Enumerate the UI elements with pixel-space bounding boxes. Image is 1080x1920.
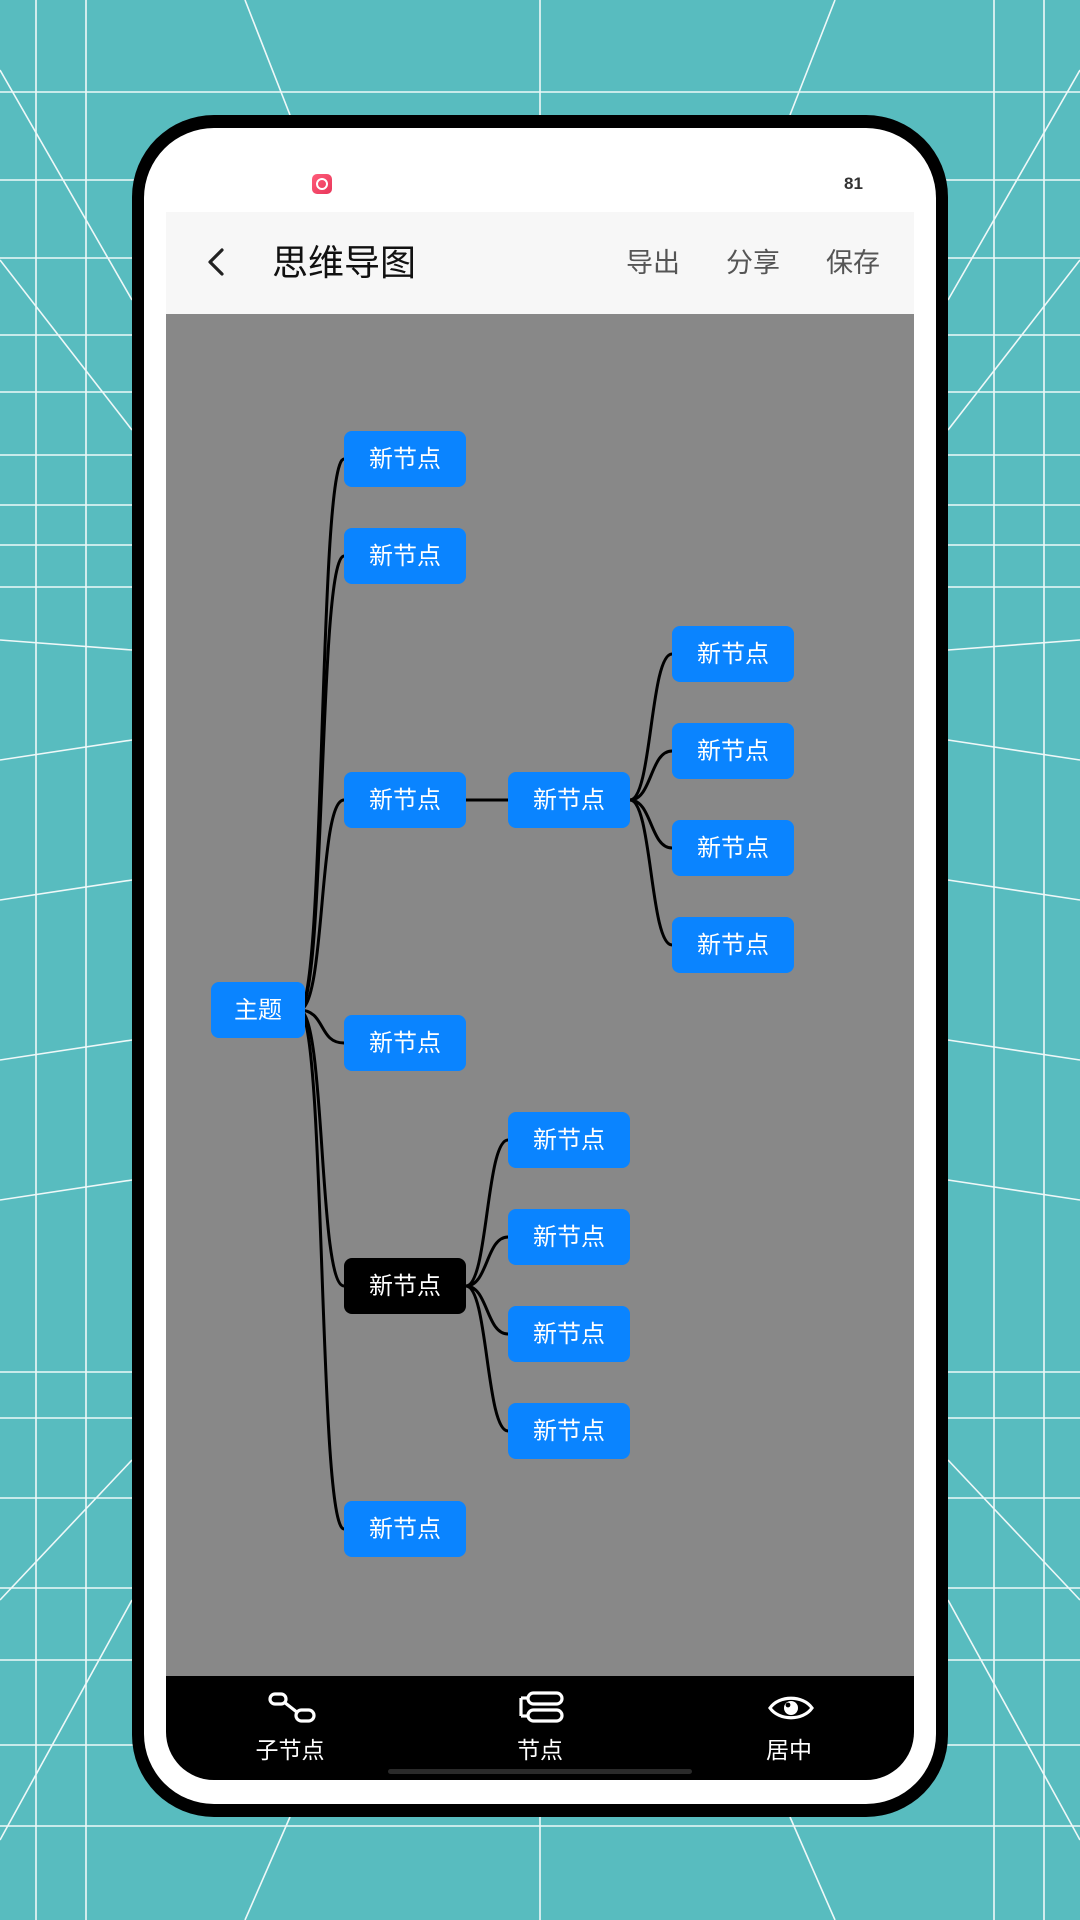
mind-map-node[interactable]: 新节点 bbox=[508, 1403, 630, 1459]
app-header: 思维导图 导出 分享 保存 bbox=[166, 212, 914, 314]
tab-label: 子节点 bbox=[255, 1738, 325, 1764]
status-bar: 81 bbox=[144, 128, 936, 212]
mind-map-node[interactable]: 新节点 bbox=[344, 1501, 466, 1557]
phone-screen: 81 思维导图 导出 分享 保存 主题 新节点 新节点 新节点 新节点 新节点 … bbox=[144, 128, 936, 1804]
eye-icon bbox=[768, 1696, 814, 1720]
root-node[interactable]: 主题 bbox=[211, 982, 305, 1038]
mind-map-node[interactable]: 新节点 bbox=[344, 1015, 466, 1071]
mind-map-node[interactable]: 新节点 bbox=[508, 772, 630, 828]
sibling-node-icon bbox=[519, 1691, 564, 1723]
mind-map-node[interactable]: 新节点 bbox=[508, 1306, 630, 1362]
mind-map-canvas[interactable]: 主题 新节点 新节点 新节点 新节点 新节点 新节点 新节点 新节点 新节点 新… bbox=[166, 314, 914, 1676]
mind-map-node-selected[interactable]: 新节点 bbox=[344, 1258, 466, 1314]
mind-map-node[interactable]: 新节点 bbox=[508, 1112, 630, 1168]
home-indicator[interactable] bbox=[388, 1769, 692, 1774]
mind-map-node[interactable]: 新节点 bbox=[672, 723, 794, 779]
export-button[interactable]: 导出 bbox=[626, 246, 680, 282]
app-logo-icon bbox=[312, 174, 332, 194]
mind-map-node[interactable]: 新节点 bbox=[508, 1209, 630, 1265]
mind-map-node[interactable]: 新节点 bbox=[344, 431, 466, 487]
add-sibling-node-button[interactable]: 节点 bbox=[450, 1676, 630, 1780]
mind-map-node[interactable]: 新节点 bbox=[672, 917, 794, 973]
mind-map-node[interactable]: 新节点 bbox=[672, 820, 794, 876]
bottom-toolbar: 子节点 节点 居中 bbox=[166, 1676, 914, 1780]
page-title: 思维导图 bbox=[272, 243, 417, 284]
child-node-icon bbox=[268, 1692, 316, 1723]
mind-map-node[interactable]: 新节点 bbox=[672, 626, 794, 682]
center-view-button[interactable]: 居中 bbox=[699, 1676, 879, 1780]
add-child-node-button[interactable]: 子节点 bbox=[200, 1676, 380, 1780]
tab-label: 居中 bbox=[766, 1738, 812, 1764]
battery-level: 81 bbox=[844, 174, 863, 193]
tab-label: 节点 bbox=[517, 1738, 563, 1764]
mind-map-node[interactable]: 新节点 bbox=[344, 772, 466, 828]
save-button[interactable]: 保存 bbox=[826, 246, 880, 282]
mind-map-node[interactable]: 新节点 bbox=[344, 528, 466, 584]
share-button[interactable]: 分享 bbox=[726, 246, 780, 282]
chevron-left-icon[interactable] bbox=[196, 242, 236, 282]
